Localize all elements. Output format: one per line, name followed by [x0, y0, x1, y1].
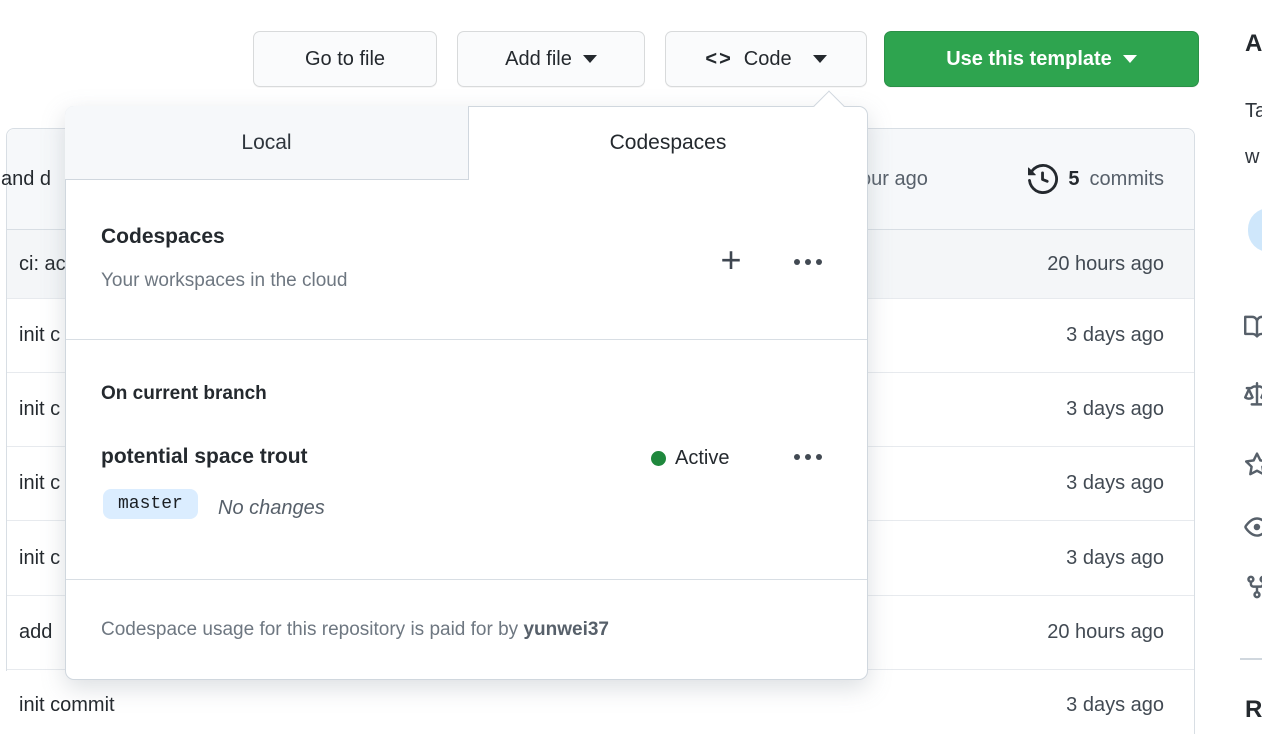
- footer-owner: yunwei37: [523, 619, 609, 640]
- code-dropdown-panel: Local Codespaces Codespaces Your workspa…: [65, 90, 868, 680]
- about-description-line1: Ta: [1245, 100, 1262, 122]
- file-commit-time: 20 hours ago: [1047, 252, 1164, 275]
- watchers-eye-icon[interactable]: [1244, 514, 1262, 540]
- latest-commit-time: our ago: [860, 167, 928, 190]
- on-current-branch-heading: On current branch: [101, 383, 267, 404]
- history-icon: [1028, 164, 1059, 194]
- codespaces-options-button[interactable]: [786, 242, 830, 282]
- chevron-down-icon: [1122, 55, 1137, 63]
- tab-local[interactable]: Local: [65, 106, 469, 180]
- license-icon[interactable]: [1244, 382, 1262, 408]
- status-badge: Active: [651, 447, 729, 470]
- add-file-label: Add file: [505, 47, 572, 70]
- readme-icon[interactable]: [1244, 314, 1262, 340]
- active-label: Active: [675, 447, 730, 469]
- add-file-button[interactable]: Add file: [457, 31, 645, 87]
- commits-link[interactable]: 5 commits: [1028, 129, 1164, 229]
- file-commit-time: 3 days ago: [1066, 693, 1164, 716]
- latest-commit-message[interactable]: and d: [1, 129, 51, 229]
- kebab-icon: [794, 259, 800, 265]
- codespaces-subtitle: Your workspaces in the cloud: [101, 270, 348, 291]
- file-commit-time: 20 hours ago: [1047, 621, 1164, 643]
- divider: [66, 579, 867, 580]
- new-codespace-button[interactable]: +: [711, 239, 751, 280]
- table-edge-mask: [6, 671, 8, 734]
- code-label: Code: [743, 47, 792, 70]
- file-commit-message[interactable]: init commit: [19, 694, 115, 717]
- file-commit-time: 3 days ago: [1066, 324, 1164, 346]
- file-commit-time: 3 days ago: [1066, 546, 1164, 569]
- chevron-down-icon: [812, 55, 827, 63]
- branch-badge: master: [103, 489, 198, 519]
- use-this-template-button[interactable]: Use this template: [884, 31, 1199, 87]
- code-icon: <>: [705, 47, 733, 70]
- file-commit-time: 3 days ago: [1066, 398, 1164, 420]
- go-to-file-button[interactable]: Go to file: [253, 31, 437, 87]
- kebab-icon: [794, 454, 800, 460]
- use-this-template-label: Use this template: [946, 47, 1112, 70]
- file-commit-message[interactable]: ci: ac: [19, 253, 66, 276]
- github-repo-page: and d our ago 5 commits ci: ac 20 hours …: [0, 0, 1262, 734]
- file-commit-time: 3 days ago: [1066, 472, 1164, 494]
- changes-label: No changes: [218, 497, 325, 519]
- file-commit-message[interactable]: add: [19, 621, 52, 644]
- file-commit-message[interactable]: init c: [19, 398, 60, 421]
- footer-text: Codespace usage for this repository is p…: [101, 619, 524, 640]
- releases-heading[interactable]: R: [1245, 696, 1262, 724]
- code-button[interactable]: <> Code: [665, 31, 867, 87]
- codespace-usage-footer: Codespace usage for this repository is p…: [101, 619, 609, 641]
- chevron-down-icon: [582, 55, 597, 63]
- file-commit-message[interactable]: init c: [19, 547, 60, 570]
- sidebar-divider: [1240, 658, 1262, 660]
- divider: [66, 339, 867, 340]
- about-description-line2: w: [1245, 146, 1260, 168]
- commit-count-label: commits: [1089, 167, 1164, 190]
- active-dot-icon: [651, 451, 666, 466]
- codespace-options-button[interactable]: [786, 437, 830, 477]
- tab-codespaces-label: Codespaces: [609, 131, 727, 154]
- fork-icon[interactable]: [1244, 574, 1262, 600]
- tab-codespaces[interactable]: Codespaces: [469, 107, 867, 179]
- codespaces-title: Codespaces: [101, 225, 225, 248]
- file-commit-message[interactable]: init c: [19, 324, 60, 347]
- star-icon[interactable]: [1244, 452, 1262, 478]
- about-heading: A: [1245, 30, 1262, 57]
- file-commit-message[interactable]: init c: [19, 472, 60, 495]
- topic-pill[interactable]: [1248, 208, 1262, 252]
- plus-icon: +: [720, 239, 742, 280]
- codespace-name[interactable]: potential space trout: [101, 445, 308, 469]
- tab-local-label: Local: [241, 130, 292, 154]
- commit-count: 5: [1068, 167, 1080, 190]
- go-to-file-label: Go to file: [304, 47, 386, 70]
